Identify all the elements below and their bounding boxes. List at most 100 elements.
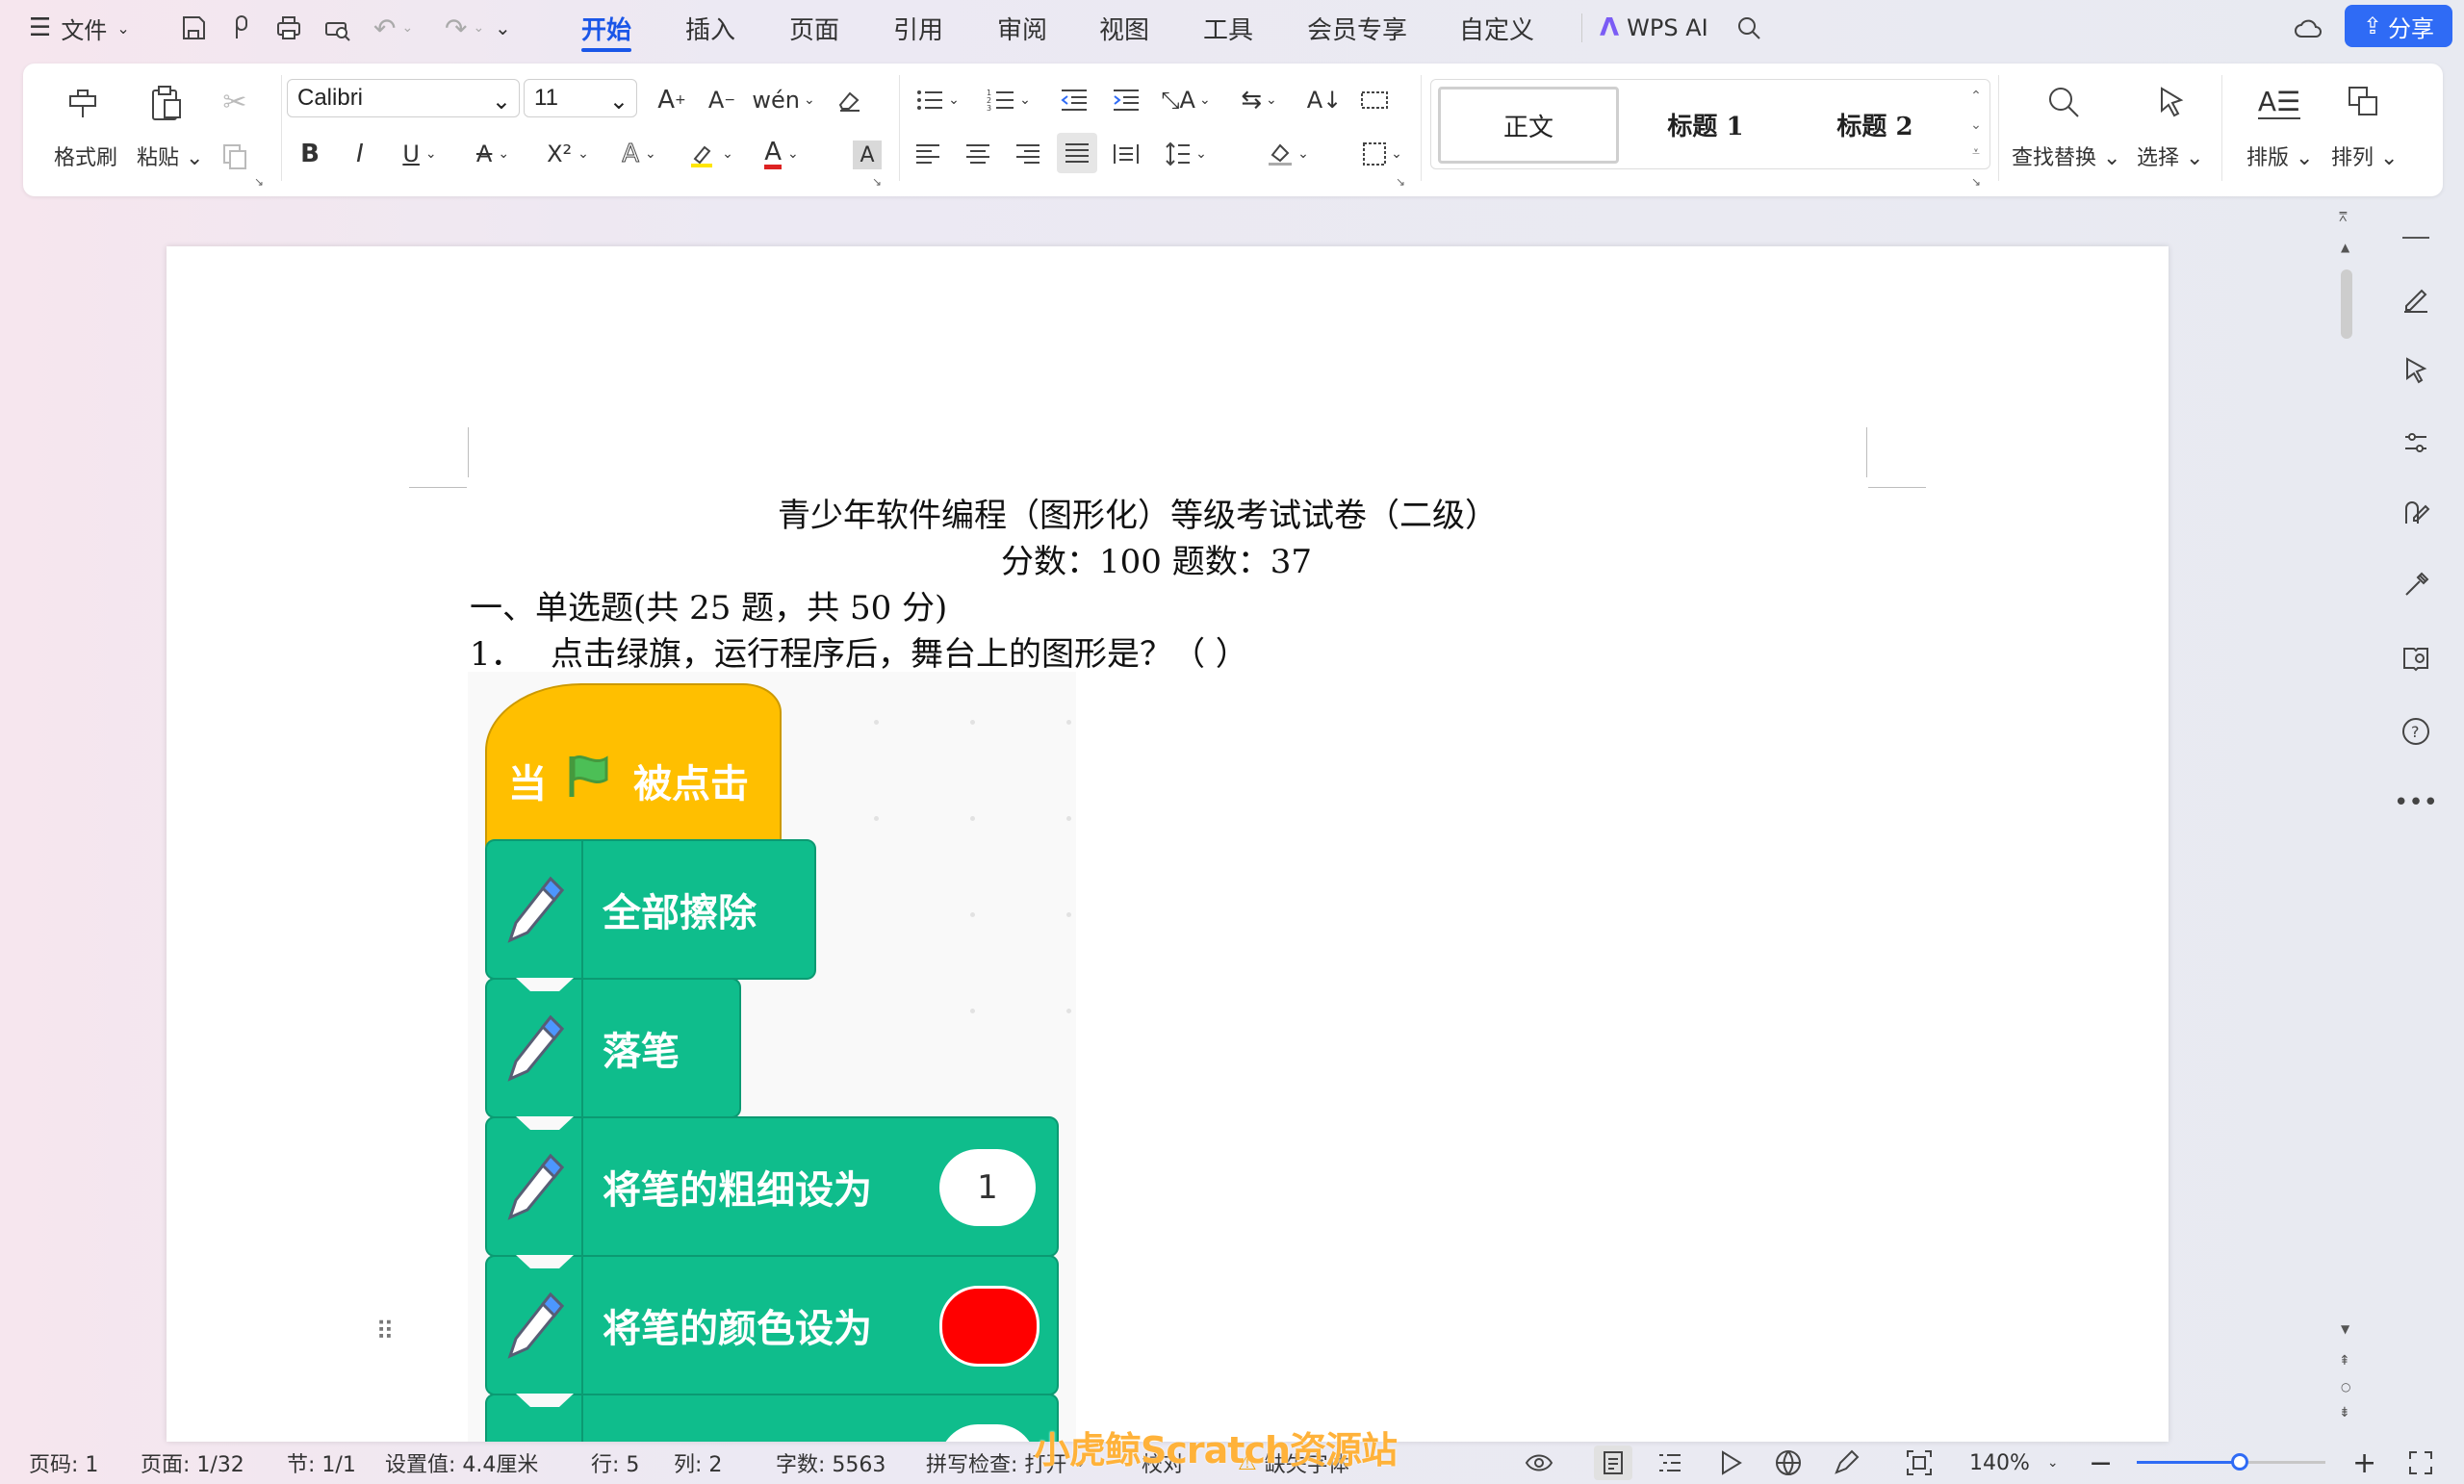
shrink-font-icon[interactable]: A − [705,83,739,117]
search-icon[interactable] [1734,0,1763,56]
layout-label[interactable]: 排版 ⌄ [2246,141,2313,171]
document-page[interactable] [167,246,2169,1442]
adjust-icon[interactable] [2399,425,2433,460]
font-launcher-icon[interactable]: ↘ [870,175,884,189]
paragraph-launcher-icon[interactable]: ↘ [1394,175,1407,189]
share-button[interactable]: ⇪ 分享 [2345,5,2452,47]
justify-icon[interactable] [1057,133,1097,173]
redo-icon[interactable]: ↷ ⌄ [445,0,484,56]
tab-home[interactable]: 开始 [581,10,632,52]
status-pages[interactable]: 页面: 1/32 [141,1442,244,1484]
format-painter-label[interactable]: 格式刷 [54,141,117,171]
fullscreen-icon[interactable] [2408,1442,2433,1484]
select-cursor-icon[interactable] [2399,352,2433,387]
zoom-out-icon[interactable]: − [2089,1442,2113,1484]
paste-label[interactable]: 粘贴 ⌄ [137,141,203,171]
tab-page[interactable]: 页面 [789,10,839,46]
help-icon[interactable]: ? [2399,714,2433,749]
italic-icon[interactable]: I [343,137,377,171]
web-view-icon[interactable] [1775,1442,1802,1484]
vertical-scrollbar[interactable]: ⩞ ▲ ▼ ⇞ ○ ⇟ [2335,208,2360,1440]
align-left-icon[interactable] [911,137,945,171]
style-heading1[interactable]: 标题 1 [1623,83,1788,166]
reading-icon[interactable] [2399,641,2433,676]
scroll-up-icon[interactable]: ▲ [2341,241,2349,254]
clipboard-launcher-icon[interactable]: ↘ [252,175,266,189]
drag-handle-icon[interactable]: ⠿ [373,1313,397,1351]
prev-page-icon[interactable]: ⩞ [2339,210,2348,225]
status-row[interactable]: 行: 5 [591,1442,639,1484]
scroll-thumb[interactable] [2341,269,2352,339]
print-preview-icon[interactable] [322,0,351,56]
scroll-down-icon[interactable]: ▼ [2341,1322,2349,1336]
tab-view[interactable]: 视图 [1099,10,1149,46]
arrange-label[interactable]: 排列 ⌄ [2331,141,2398,171]
zoom-in-icon[interactable]: + [2352,1442,2376,1484]
styles-launcher-icon[interactable]: ↘ [1969,175,1983,189]
export-pdf-icon[interactable] [227,0,256,56]
scratch-code-image[interactable]: 当 被点击 全部擦除 落笔 将笔的粗细设为 1 将笔的颜色设为 [468,672,1076,1442]
distributed-icon[interactable] [1109,137,1143,171]
save-icon[interactable] [179,0,208,56]
outline-view-icon[interactable] [1657,1442,1682,1484]
select-icon[interactable] [2150,81,2193,123]
edit-icon[interactable] [2399,281,2433,316]
copy-icon[interactable] [218,139,252,173]
font-size-select[interactable]: 11 ⌄ [524,79,637,117]
character-shading-icon[interactable]: A [853,141,882,169]
borders-icon[interactable]: ⌄ [1355,137,1409,171]
eye-icon[interactable] [1525,1442,1553,1484]
text-effect-icon[interactable]: A ⌄ [612,137,666,171]
grow-font-icon[interactable]: A + [654,83,689,117]
cut-icon[interactable]: ✂ [218,85,252,119]
underline-icon[interactable]: U ⌄ [393,137,447,171]
style-normal[interactable]: 正文 [1438,87,1619,164]
styles-scroll-down-icon[interactable]: ⌄ [1965,112,1987,139]
tab-insert[interactable]: 插入 [685,10,735,46]
next-page-icon[interactable]: ⇟ [2339,1405,2350,1420]
zoom-level-select[interactable]: 140% ⌄ [1969,1442,2059,1484]
status-setting[interactable]: 设置值: 4.4厘米 [385,1442,538,1484]
styles-more-icon[interactable]: ⩡ [1965,139,1987,166]
browse-object-icon[interactable]: ○ [2341,1380,2350,1394]
undo-icon[interactable]: ↶ ⌄ [373,0,413,56]
superscript-icon[interactable]: X² ⌄ [539,137,597,171]
page-view-icon[interactable] [1594,1446,1632,1480]
pen-mode-icon[interactable] [1833,1442,1860,1484]
fit-page-icon[interactable] [1906,1442,1933,1484]
format-painter-icon[interactable] [64,81,102,123]
status-section[interactable]: 节: 1/1 [287,1442,356,1484]
align-center-icon[interactable] [961,137,995,171]
arrange-icon[interactable] [2343,81,2385,123]
bullet-list-icon[interactable]: ⌄ [911,83,964,117]
layout-icon[interactable]: A☰ [2257,81,2301,123]
tab-custom[interactable]: 自定义 [1459,10,1534,46]
line-spacing-icon[interactable]: ⌄ [1159,137,1213,171]
select-label[interactable]: 选择 ⌄ [2137,141,2203,171]
highlight-icon[interactable]: ⌄ [681,137,739,171]
text-direction-icon[interactable]: ⤡A ⌄ [1159,83,1213,117]
prev-page-icon[interactable]: ⇞ [2339,1353,2350,1369]
status-col[interactable]: 列: 2 [674,1442,722,1484]
font-color-icon[interactable]: A ⌄ [755,137,808,171]
paste-icon[interactable] [146,81,185,123]
find-replace-label[interactable]: 查找替换 ⌄ [2012,141,2120,171]
font-name-select[interactable]: Calibri ⌄ [287,79,520,117]
quick-access-more-icon[interactable]: ⌄ [495,0,511,56]
file-menu[interactable]: ☰ 文件 ⌄ [29,0,130,56]
tab-review[interactable]: 审阅 [997,10,1047,46]
collapse-sidebar-icon[interactable] [2399,221,2433,256]
more-icon[interactable]: ••• [2394,785,2438,820]
strikethrough-icon[interactable]: A ⌄ [466,137,520,171]
play-icon[interactable] [1719,1442,1742,1484]
print-icon[interactable] [274,0,303,56]
wps-ai-button[interactable]: Λ WPS AI [1600,10,1708,46]
zoom-slider-thumb[interactable] [2231,1453,2248,1471]
bold-icon[interactable]: B [293,137,327,171]
status-page-number[interactable]: 页码: 1 [29,1442,98,1484]
align-right-icon[interactable] [1011,137,1045,171]
numbered-list-icon[interactable]: 1 2 3 ⌄ [982,83,1036,117]
tab-references[interactable]: 引用 [893,10,943,46]
phonetic-guide-icon[interactable]: wén ⌄ [752,83,814,117]
decrease-indent-icon[interactable] [1057,83,1091,117]
